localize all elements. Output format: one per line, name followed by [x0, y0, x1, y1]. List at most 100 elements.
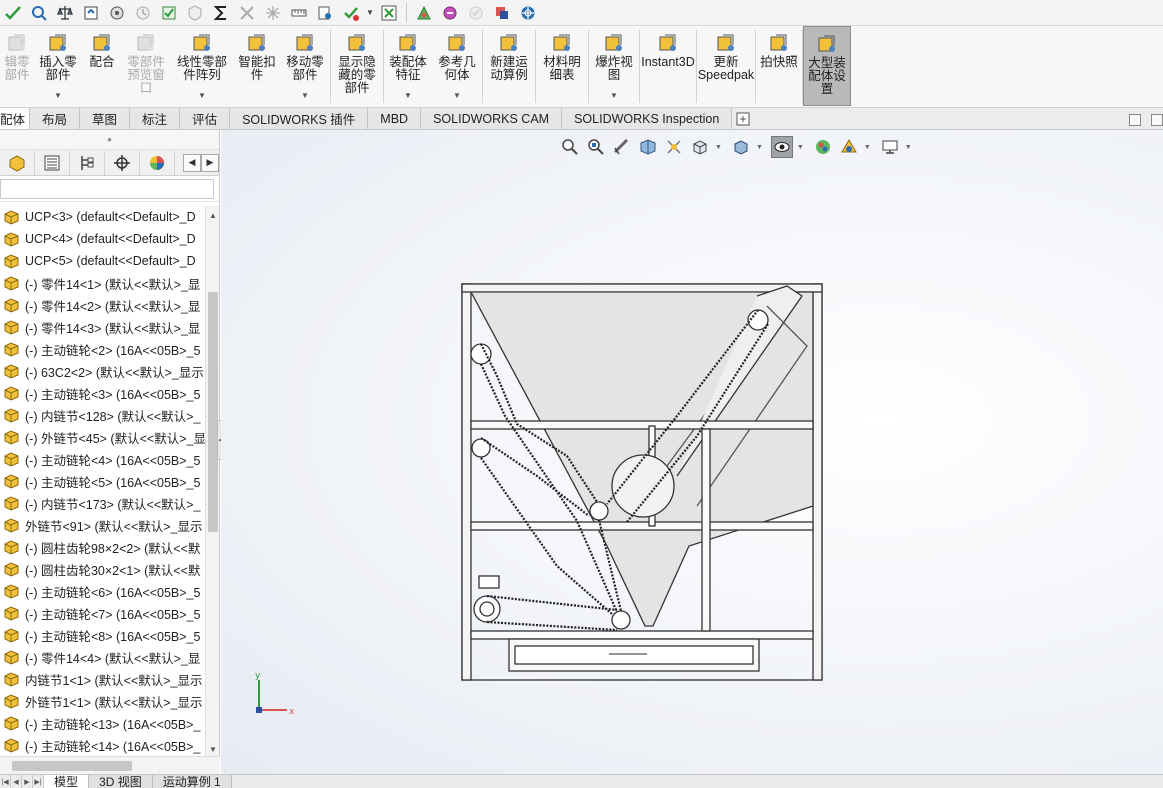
bottom-tab-1[interactable]: 3D 视图: [89, 775, 153, 788]
expand-panel-icon[interactable]: [1151, 114, 1163, 126]
ribbon-button-16[interactable]: 大型装 配体设 置: [803, 26, 851, 106]
clock-icon[interactable]: [133, 3, 153, 23]
hide-show-items-icon[interactable]: [770, 136, 793, 158]
tree-item[interactable]: (-) 主动链轮<3> (16A<<05B>_5: [0, 382, 206, 404]
tree-item[interactable]: (-) 主动链轮<7> (16A<<05B>_5: [0, 602, 206, 624]
edit-appearance-icon[interactable]: [812, 136, 834, 158]
chevron-down-icon[interactable]: ▼: [54, 89, 62, 102]
check-circle-icon[interactable]: [341, 3, 361, 23]
previous-view-icon[interactable]: [611, 136, 633, 158]
zoom-fit-icon[interactable]: [29, 3, 49, 23]
tree-item[interactable]: (-) 内链节<128> (默认<<默认>_: [0, 404, 206, 426]
tree-item[interactable]: (-) 圆柱齿轮30×2<1> (默认<<默: [0, 558, 206, 580]
view-orientation-icon[interactable]: [689, 136, 711, 158]
hscroll-thumb[interactable]: [12, 761, 132, 771]
first-tab-icon[interactable]: |◀: [0, 775, 11, 788]
dynamic-annotation-icon[interactable]: [663, 136, 685, 158]
ribbon-button-1[interactable]: 插入零 部件 ▼: [34, 26, 82, 106]
collapse-panel-icon[interactable]: [1129, 114, 1141, 126]
tree-item[interactable]: (-) 零件14<4> (默认<<默认>_显: [0, 646, 206, 668]
scroll-up-icon[interactable]: ▲: [206, 208, 220, 222]
tree-item[interactable]: (-) 内链节<173> (默认<<默认>_: [0, 492, 206, 514]
chevron-down-icon[interactable]: ▼: [404, 89, 412, 102]
grid-x-icon[interactable]: [379, 3, 399, 23]
graphics-area[interactable]: ▼ ▼ ▼ ▼ ▼ y x: [221, 130, 1163, 774]
tab-7[interactable]: SOLIDWORKS CAM: [421, 108, 563, 129]
ribbon-button-3[interactable]: 零部件 预览窗 口: [122, 26, 170, 106]
assembly-model-drawing[interactable]: [457, 276, 827, 686]
tab-8[interactable]: SOLIDWORKS Inspection: [562, 108, 733, 129]
chevron-down-icon[interactable]: ▼: [610, 89, 618, 102]
display-manager-tab[interactable]: [140, 150, 175, 175]
panel-handle[interactable]: ●: [0, 130, 219, 150]
tree-root-row[interactable]: [0, 178, 214, 199]
balance-icon[interactable]: [55, 3, 75, 23]
zoom-to-fit-icon[interactable]: [559, 136, 581, 158]
ribbon-button-13[interactable]: Instant3D: [640, 26, 696, 106]
last-tab-icon[interactable]: ▶|: [33, 775, 44, 788]
dimxpert-tab[interactable]: [105, 150, 140, 175]
shield-icon[interactable]: [185, 3, 205, 23]
explode-icon[interactable]: [263, 3, 283, 23]
prev-tab-icon[interactable]: ◀: [11, 775, 22, 788]
tab-0[interactable]: 配体: [0, 108, 31, 129]
ribbon-button-9[interactable]: 参考几 何体 ▼: [432, 26, 482, 106]
tree-item[interactable]: (-) 主动链轮<4> (16A<<05B>_5: [0, 448, 206, 470]
bottom-tab-0[interactable]: 模型: [44, 775, 90, 788]
tab-4[interactable]: 评估: [180, 108, 231, 129]
scroll-left-icon[interactable]: ◀: [183, 153, 201, 172]
tab-2[interactable]: 草图: [80, 108, 131, 129]
ribbon-button-11[interactable]: 材料明 细表: [536, 26, 588, 106]
tree-item[interactable]: (-) 主动链轮<13> (16A<<05B>_: [0, 712, 206, 734]
tree-item[interactable]: UCP<3> (default<<Default>_D: [0, 206, 206, 228]
chevron-down-icon[interactable]: ▼: [198, 89, 206, 102]
ribbon-button-7[interactable]: 显示隐 藏的零 部件: [331, 26, 383, 106]
property-manager-tab[interactable]: [35, 150, 70, 175]
tree-item[interactable]: (-) 主动链轮<5> (16A<<05B>_5: [0, 470, 206, 492]
tree-item[interactable]: (-) 零件14<2> (默认<<默认>_显: [0, 294, 206, 316]
apply-scene-icon[interactable]: [838, 136, 860, 158]
tree-item[interactable]: (-) 零件14<3> (默认<<默认>_显: [0, 316, 206, 338]
stop-icon[interactable]: [492, 3, 512, 23]
palette-icon[interactable]: [414, 3, 434, 23]
pin-icon[interactable]: [315, 3, 335, 23]
scroll-down-icon[interactable]: ▼: [206, 742, 220, 756]
tab-5[interactable]: SOLIDWORKS 插件: [230, 108, 369, 129]
tree-item[interactable]: UCP<4> (default<<Default>_D: [0, 228, 206, 250]
tree-item[interactable]: (-) 63C2<2> (默认<<默认>_显示: [0, 360, 206, 382]
tree-item[interactable]: (-) 主动链轮<8> (16A<<05B>_5: [0, 624, 206, 646]
tree-item[interactable]: (-) 圆柱齿轮98×2<2> (默认<<默: [0, 536, 206, 558]
ribbon-button-0[interactable]: 辑零 部件: [0, 26, 34, 106]
ribbon-button-2[interactable]: 配合: [82, 26, 122, 106]
tree-item[interactable]: (-) 主动链轮<2> (16A<<05B>_5: [0, 338, 206, 360]
chevron-down-icon[interactable]: ▼: [864, 144, 871, 151]
ribbon-button-12[interactable]: 爆炸视 图 ▼: [589, 26, 639, 106]
tab-1[interactable]: 布局: [30, 108, 81, 129]
tree-item[interactable]: (-) 零件14<1> (默认<<默认>_显: [0, 272, 206, 294]
settings-icon[interactable]: [440, 3, 460, 23]
ribbon-button-6[interactable]: 移动零 部件 ▼: [280, 26, 330, 106]
chevron-down-icon[interactable]: ▼: [756, 144, 763, 151]
tree-item[interactable]: 外链节<91> (默认<<默认>_显示: [0, 514, 206, 536]
tree-item[interactable]: (-) 主动链轮<6> (16A<<05B>_5: [0, 580, 206, 602]
chevron-down-icon[interactable]: ▼: [905, 144, 912, 151]
rebuild-icon[interactable]: [81, 3, 101, 23]
options-icon[interactable]: [107, 3, 127, 23]
next-tab-icon[interactable]: ▶: [22, 775, 33, 788]
chevron-down-icon[interactable]: ▼: [453, 89, 461, 102]
ribbon-button-8[interactable]: 装配体 特征 ▼: [384, 26, 432, 106]
scroll-thumb[interactable]: [208, 292, 218, 532]
tree-item[interactable]: 外链节1<1> (默认<<默认>_显示: [0, 690, 206, 712]
chevron-down-icon[interactable]: ▼: [715, 144, 722, 151]
tree-horizontal-scrollbar[interactable]: [0, 756, 220, 774]
ribbon-button-14[interactable]: 更新 Speedpak: [697, 26, 755, 106]
measure-icon[interactable]: [289, 3, 309, 23]
tree-item[interactable]: UCP<5> (default<<Default>_D: [0, 250, 206, 272]
chevron-down-icon[interactable]: ▼: [301, 89, 309, 102]
check-icon[interactable]: [159, 3, 179, 23]
check-disabled-icon[interactable]: [466, 3, 486, 23]
zoom-to-area-icon[interactable]: [585, 136, 607, 158]
display-style-icon[interactable]: [730, 136, 752, 158]
configuration-manager-tab[interactable]: [70, 150, 105, 175]
chevron-down-icon[interactable]: ▼: [797, 144, 804, 151]
